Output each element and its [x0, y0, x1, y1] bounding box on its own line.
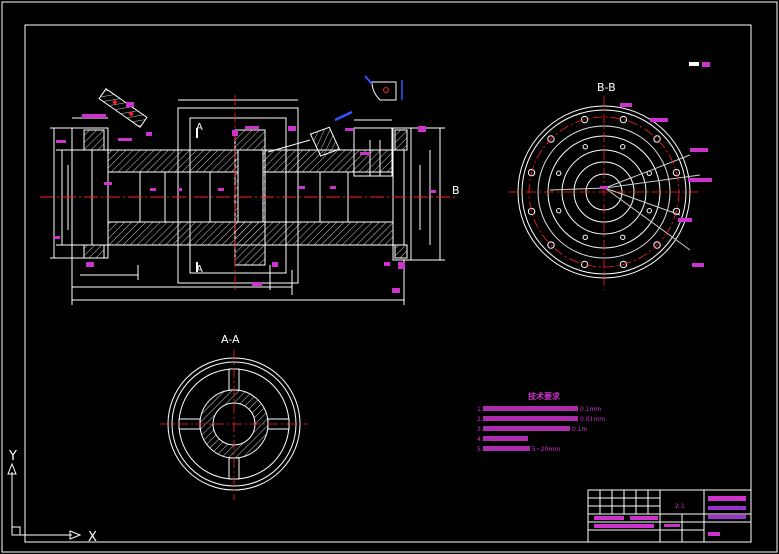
- tech-req-item-5: 5.: [477, 446, 483, 453]
- main-section-view: [50, 99, 445, 305]
- inner-bolt-hole: [556, 170, 562, 176]
- inner-bolt-hole: [620, 234, 626, 240]
- tech-req-item-4: 4.: [477, 436, 483, 443]
- cut-label-a-top: A: [196, 122, 203, 133]
- tech-req-item-1: 1.: [477, 406, 483, 413]
- left-flange-hatch-lower: [83, 244, 105, 259]
- inner-bolt-hole: [620, 144, 626, 150]
- outer-bolt-hole: [619, 115, 628, 124]
- cad-drawing-canvas[interactable]: A A B B-B A-A 技术要求 1. 2. 3. 4. 5. 0.1mm …: [0, 0, 779, 554]
- tech-req-frag-1: 0.1mm: [580, 406, 601, 413]
- detail-part-left: [98, 88, 148, 128]
- ucs-y-label: Y: [8, 449, 17, 464]
- left-flange-hatch: [83, 129, 105, 151]
- technical-requirements: 技术要求 1. 2. 3. 4. 5. 0.1mm 0.01mm 0.1m 5~…: [477, 391, 605, 453]
- inner-bolt-hole: [556, 208, 562, 214]
- tech-req-frag-4: 5~20mm: [532, 446, 560, 453]
- tech-req-frag-2: 0.01mm: [580, 416, 605, 423]
- outer-bolt-hole: [580, 260, 589, 269]
- ucs-axis-icon: [7, 462, 82, 540]
- tech-req-frag-3: 0.1m: [572, 426, 588, 433]
- ucs-x-label: X: [88, 530, 97, 545]
- tech-req-item-2: 2.: [477, 416, 483, 423]
- tech-req-item-3: 3.: [477, 426, 483, 433]
- inner-bolt-hole: [582, 234, 588, 240]
- bb-centerlines: [508, 96, 700, 290]
- right-flange-hatch-lower: [394, 244, 408, 259]
- cut-label-b: B: [452, 184, 460, 197]
- small-white-tag: [689, 62, 699, 66]
- section-aa-title: A-A: [221, 333, 240, 346]
- cut-label-a-bottom: A: [196, 264, 203, 275]
- right-flange-hatch: [394, 129, 408, 151]
- inner-bolt-hole: [582, 144, 588, 150]
- detail-part-top: [334, 75, 403, 122]
- outer-bolt-hole: [527, 207, 536, 216]
- section-bb-title: B-B: [597, 81, 616, 94]
- outer-sheet-border: [1, 1, 778, 553]
- inner-bolt-hole: [646, 208, 652, 214]
- title-block-scale: 2:1: [675, 503, 685, 510]
- tech-req-title: 技术要求: [528, 391, 561, 401]
